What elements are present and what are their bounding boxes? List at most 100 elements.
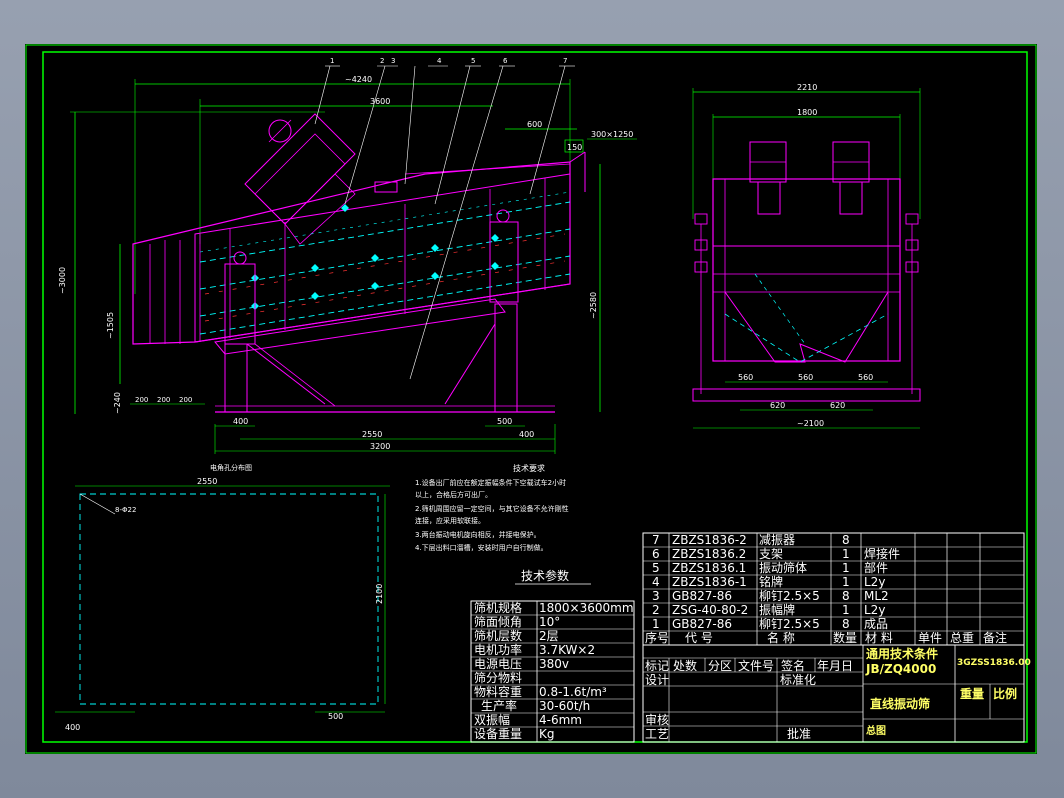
bom-code-6: ZBZS1836.2: [672, 547, 746, 561]
param-value-9: Kg: [539, 727, 555, 741]
param-label-7: 生产率: [481, 698, 517, 713]
hole-plan-title: 电角孔分布图: [210, 463, 252, 472]
bom-name-6: 支架: [759, 547, 783, 561]
param-label-3: 电机功率: [474, 642, 522, 657]
tech-requirements: 技术要求 1.设备出厂前应在额定振幅条件下空载试车2小时 以上，合格后方可出厂。…: [415, 463, 569, 552]
bom-header-name: 名 称: [767, 630, 795, 645]
param-value-6: 0.8-1.6t/m³: [539, 685, 607, 699]
scale-label: 比例: [993, 686, 1017, 701]
dim-base-length: 3200: [370, 442, 390, 451]
tech-req-line-1: 1.设备出厂前应在额定振幅条件下空载试车2小时: [415, 478, 566, 487]
cad-viewport: ~4240 3600 600 300×1250 150 ~3000 ~1505 …: [0, 0, 1064, 798]
side-dim-seg1: 560: [738, 373, 753, 382]
tech-req-title: 技术要求: [513, 463, 545, 473]
tech-params: 技术参数 筛机规格 1800×3600mm 筛面倾角 10° 筛机层数 2层 电…: [470, 568, 635, 743]
bom-header-remark: 备注: [983, 630, 1007, 645]
bom-name-4: 铭牌: [759, 574, 783, 589]
bom-code-1: GB827-86: [672, 617, 732, 631]
side-view: 2210 1800 560 560 560 620 620 ~2100: [692, 83, 921, 429]
bom-mat-1: 成品: [864, 617, 888, 631]
bom-mat-5: 部件: [864, 560, 888, 575]
rev-doc-label: 文件号: [738, 658, 774, 673]
param-label-6: 物料容重: [474, 684, 522, 699]
bom-no-6: 6: [652, 547, 660, 561]
side-dim-seg2: 560: [798, 373, 813, 382]
rev-zone-label: 分区: [708, 659, 732, 673]
hole-plan: 电角孔分布图 2550 8-Φ22 2100 400 500: [55, 463, 390, 732]
bom-qty-5: 1: [842, 561, 850, 575]
bom-header-total: 总重: [950, 631, 974, 645]
bom-qty-6: 1: [842, 547, 850, 561]
bom-table: 7 ZBZS1836-2 减振器 8 6 ZBZS1836.2 支架 1 焊接件…: [642, 532, 1025, 646]
drawing-canvas: ~4240 3600 600 300×1250 150 ~3000 ~1505 …: [25, 44, 1037, 754]
param-label-5: 筛分物料: [474, 670, 522, 685]
leader-6: 6: [503, 57, 508, 65]
tech-req-line-3: 2.筛机周围应留一定空间，与其它设备不允许刚性: [415, 504, 569, 513]
bom-qty-2: 1: [842, 603, 850, 617]
dim-base-w2: 200: [157, 396, 170, 404]
hole-plan-width: 2100: [375, 584, 384, 604]
bom-mat-6: 焊接件: [864, 546, 900, 561]
bom-code-7: ZBZS1836-2: [672, 533, 747, 547]
param-value-2: 2层: [539, 629, 559, 643]
leader-7: 7: [563, 57, 567, 65]
param-label-4: 电源电压: [474, 657, 522, 671]
design-label: 设计: [645, 673, 669, 687]
hole-plan-edge-right: 500: [328, 712, 343, 721]
param-label-9: 设备重量: [474, 727, 522, 741]
param-value-3: 3.7KW×2: [539, 643, 595, 657]
bom-name-3: 柳钉2.5×5: [759, 589, 820, 603]
param-value-7: 30-60t/h: [539, 699, 590, 713]
bom-no-7: 7: [652, 533, 660, 547]
param-label-1: 筛面倾角: [474, 614, 522, 629]
side-dim-screen: 1800: [797, 108, 817, 117]
bom-name-2: 振幅牌: [759, 602, 795, 617]
bom-name-7: 减振器: [759, 533, 795, 547]
bom-mat-3: ML2: [864, 589, 889, 603]
front-view: ~4240 3600 600 300×1250 150 ~3000 ~1505 …: [58, 57, 637, 454]
leader-3: 3: [391, 57, 395, 65]
drawing-sheet: ~4240 3600 600 300×1250 150 ~3000 ~1505 …: [25, 44, 1037, 754]
side-dim-foot1: 620: [770, 401, 785, 410]
rev-sign-label: 签名: [781, 658, 805, 673]
tech-req-line-2: 以上，合格后方可出厂。: [415, 490, 492, 499]
side-dim-overall: 2210: [797, 83, 817, 92]
tech-params-title: 技术参数: [521, 568, 569, 583]
dim-base-w3: 200: [179, 396, 192, 404]
tech-req-line-6: 4.下层出料口溜槽，安装时用户自行制做。: [415, 543, 548, 552]
drawing-number: 3GZSS1836.00: [957, 658, 1031, 668]
bom-header-no: 序号: [645, 630, 669, 645]
leader-1: 1: [330, 57, 334, 65]
standardize-label: 标准化: [780, 673, 816, 687]
bom-no-2: 2: [652, 603, 660, 617]
rev-count-label: 处数: [673, 658, 697, 673]
bom-mat-2: L2y: [864, 603, 885, 617]
leader-5: 5: [471, 57, 475, 65]
dim-total-height: ~3000: [58, 267, 67, 294]
side-dim-seg3: 560: [858, 373, 873, 382]
dim-foot-right: 400: [519, 430, 534, 439]
bom-name-5: 振动筛体: [759, 560, 807, 575]
bom-qty-7: 8: [842, 533, 850, 547]
bom-qty-3: 8: [842, 589, 850, 603]
bom-header-unit: 单件: [918, 631, 942, 645]
side-dim-bottom: ~2100: [797, 419, 824, 428]
bom-no-5: 5: [652, 561, 660, 575]
hole-plan-hole: 8-Φ22: [115, 506, 136, 514]
bom-mat-4: L2y: [864, 575, 885, 589]
dim-outlet-size: 300×1250: [591, 130, 633, 139]
rev-mark-label: 标记: [645, 659, 669, 673]
dim-foot-span: 2550: [362, 430, 382, 439]
bom-code-4: ZBZS1836-1: [672, 575, 747, 589]
dim-foot-left: 400: [233, 417, 248, 426]
side-dim-foot2: 620: [830, 401, 845, 410]
bom-header-qty: 数量: [833, 630, 857, 645]
weight-label: 重量: [960, 686, 984, 701]
std-code: JB/ZQ4000: [865, 662, 936, 676]
param-label-8: 双振幅: [474, 712, 510, 727]
dim-screen-length: 3600: [370, 97, 390, 106]
param-label-0: 筛机规格: [474, 600, 522, 615]
bom-qty-1: 8: [842, 617, 850, 631]
process-label: 工艺: [645, 727, 669, 741]
tech-req-line-5: 3.两台振动电机旋向相反，并接电保护。: [415, 530, 541, 539]
